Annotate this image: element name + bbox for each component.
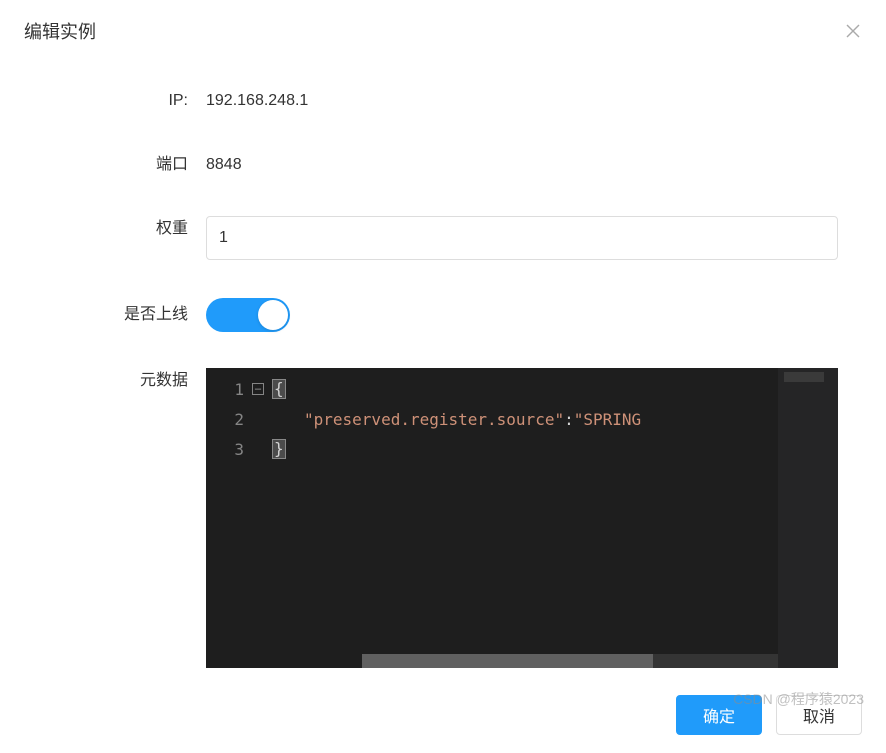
cancel-button[interactable]: 取消	[776, 695, 862, 735]
dialog-footer: 确定 取消	[0, 679, 886, 753]
close-icon[interactable]	[844, 22, 862, 40]
h-scroll-thumb[interactable]	[362, 654, 653, 668]
editor-content[interactable]: { "preserved.register.source": "SPRING }	[272, 368, 838, 668]
switch-knob	[258, 300, 288, 330]
label-metadata: 元数据	[24, 368, 206, 394]
line-number: 2	[234, 410, 244, 429]
metadata-value: "SPRING	[574, 410, 641, 429]
label-port: 端口	[24, 152, 206, 178]
label-ip: IP:	[24, 88, 206, 114]
editor-minimap[interactable]	[778, 368, 838, 668]
online-switch[interactable]	[206, 298, 290, 332]
minimap-content	[784, 372, 824, 382]
close-brace: }	[272, 439, 286, 459]
label-weight: 权重	[24, 216, 206, 242]
dialog-header: 编辑实例	[0, 0, 886, 58]
horizontal-scrollbar[interactable]	[362, 654, 778, 668]
value-port: 8848	[206, 152, 838, 178]
weight-input[interactable]	[206, 216, 838, 260]
metadata-editor[interactable]: 1 − 2 3 {	[206, 368, 838, 668]
row-port: 端口 8848	[24, 152, 838, 178]
row-weight: 权重	[24, 216, 838, 260]
dialog-body[interactable]: IP: 192.168.248.1 端口 8848 权重 是否上线 元数据 1	[0, 58, 886, 679]
value-ip: 192.168.248.1	[206, 88, 838, 114]
row-online: 是否上线	[24, 298, 838, 332]
colon: :	[564, 410, 574, 429]
row-metadata: 元数据 1 − 2 3	[24, 368, 838, 668]
ok-button[interactable]: 确定	[676, 695, 762, 735]
code-line-1: {	[272, 374, 838, 404]
dialog-title: 编辑实例	[24, 18, 96, 44]
fold-icon[interactable]: −	[252, 383, 264, 395]
edit-instance-dialog: 编辑实例 IP: 192.168.248.1 端口 8848 权重 是否上线	[0, 0, 886, 753]
code-line-2: "preserved.register.source": "SPRING	[272, 404, 838, 434]
metadata-key: "preserved.register.source"	[304, 410, 564, 429]
line-number: 1	[234, 380, 244, 399]
open-brace: {	[272, 379, 286, 399]
label-online: 是否上线	[24, 302, 206, 328]
code-line-3: }	[272, 434, 838, 464]
editor-gutter: 1 − 2 3	[206, 368, 272, 668]
line-number: 3	[234, 440, 244, 459]
row-ip: IP: 192.168.248.1	[24, 88, 838, 114]
